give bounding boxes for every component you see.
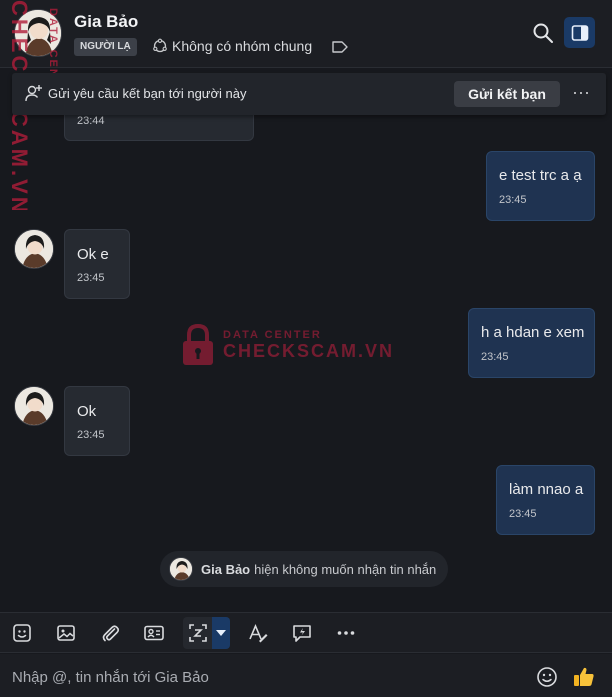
message-incoming[interactable]: Ok e 23:45	[64, 229, 130, 299]
search-icon[interactable]	[531, 21, 555, 45]
sticker-button[interactable]	[11, 622, 33, 644]
message-text: làm nnao a	[509, 481, 584, 498]
watermark-center-small: DATA CENTER	[223, 328, 322, 341]
toggle-panel-button[interactable]	[564, 17, 595, 48]
message-outgoing[interactable]: h a hdan e xem 23:45	[468, 308, 595, 378]
watermark-center: DATA CENTER CHECKSCAM.VN	[181, 323, 394, 367]
message-input[interactable]	[12, 666, 512, 688]
send-friend-request-button[interactable]: Gửi kết bạn	[454, 81, 560, 107]
friend-request-text: Gửi yêu cầu kết bạn tới người này	[48, 86, 247, 101]
emoji-icon[interactable]	[536, 666, 558, 688]
message-time: 23:45	[509, 508, 537, 520]
contact-card-icon	[144, 625, 164, 641]
screenshot-button[interactable]	[187, 622, 209, 644]
contact-mini-avatar	[169, 557, 193, 581]
more-horizontal-icon	[337, 631, 355, 635]
watermark-center-big: CHECKSCAM.VN	[223, 340, 395, 361]
message-time: 23:45	[481, 351, 509, 363]
caret-down-icon	[216, 630, 226, 636]
contact-avatar[interactable]	[14, 9, 62, 57]
common-groups-text: Không có nhóm chung	[172, 38, 313, 54]
friend-request-bar: Gửi yêu cầu kết bạn tới người này Gửi kế…	[12, 73, 606, 115]
thumbs-up-icon[interactable]	[572, 665, 596, 689]
block-status-notice: Gia Bảo hiện không muốn nhận tin nhắn	[160, 551, 448, 587]
message-text: Ok	[77, 403, 97, 420]
message-text: e test trc a ạ	[499, 167, 582, 184]
image-icon	[57, 625, 75, 641]
message-text: Ok e	[77, 246, 109, 263]
quick-message-icon	[293, 625, 311, 642]
sticker-icon	[13, 624, 31, 642]
message-outgoing[interactable]: e test trc a ạ 23:45	[486, 151, 595, 221]
contact-card-button[interactable]	[143, 622, 165, 644]
status-contact-name: Gia Bảo	[201, 561, 251, 577]
text-format-icon	[249, 623, 268, 643]
message-incoming[interactable]: Ok 23:45	[64, 386, 130, 456]
message-time: 23:44	[77, 115, 105, 127]
contact-name[interactable]: Gia Bảo	[74, 12, 138, 32]
screenshot-icon	[189, 624, 207, 642]
sender-avatar[interactable]	[14, 229, 54, 269]
more-tools-button[interactable]	[335, 622, 357, 644]
tag-icon[interactable]	[331, 40, 349, 54]
message-text: h a hdan e xem	[481, 324, 585, 341]
image-button[interactable]	[55, 622, 77, 644]
message-outgoing[interactable]: làm nnao a 23:45	[496, 465, 595, 535]
composer	[0, 654, 612, 697]
lock-icon	[183, 323, 213, 365]
message-time: 23:45	[77, 429, 105, 441]
chat-header: Gia Bảo NGƯỜI LẠ Không có nhóm chung	[0, 0, 612, 68]
more-options-button[interactable]: ···	[570, 83, 592, 105]
group-icon	[153, 38, 167, 53]
quick-message-button[interactable]	[291, 622, 313, 644]
text-format-button[interactable]	[247, 622, 269, 644]
stranger-badge: NGƯỜI LẠ	[74, 38, 137, 56]
message-time: 23:45	[499, 194, 527, 206]
status-text: hiện không muốn nhận tin nhắn	[254, 561, 437, 577]
common-groups-link[interactable]: Không có nhóm chung	[152, 38, 312, 54]
sender-avatar[interactable]	[14, 386, 54, 426]
add-friend-icon	[25, 85, 42, 102]
paperclip-icon	[102, 625, 120, 642]
attach-file-button[interactable]	[99, 622, 121, 644]
screenshot-options-dropdown[interactable]	[212, 617, 230, 649]
sidebar-panel-icon	[571, 24, 588, 41]
message-time: 23:45	[77, 272, 105, 284]
composer-toolbar	[0, 612, 612, 653]
